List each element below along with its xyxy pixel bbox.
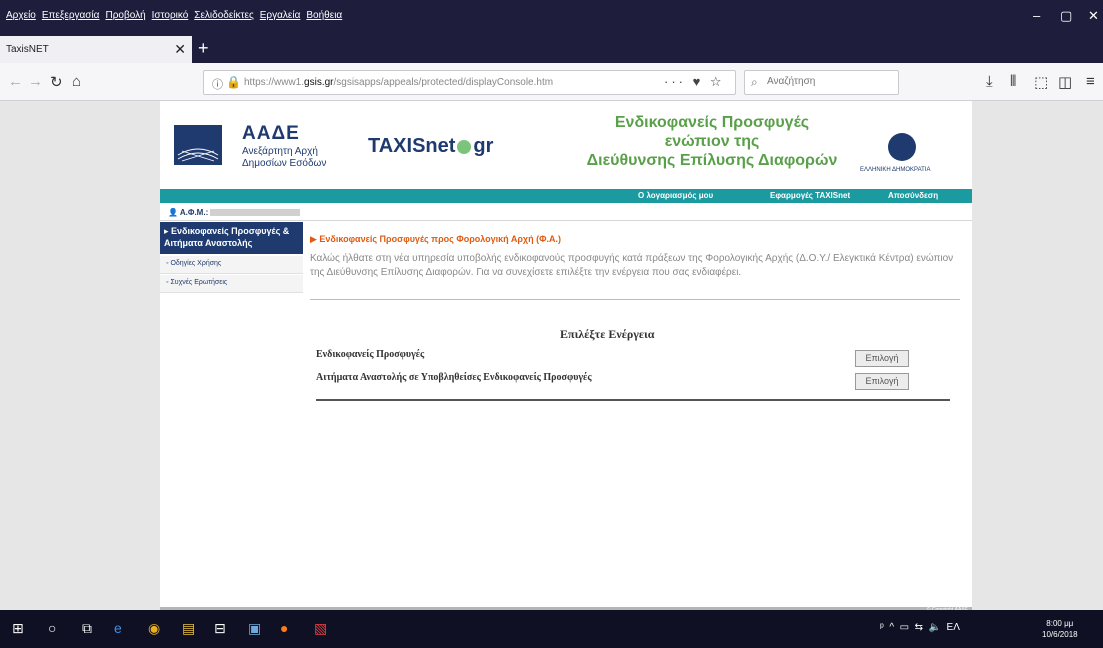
lock-icon: 🔒 [226,75,241,89]
close-window-icon[interactable]: ✕ [1088,8,1099,24]
aade-title: ΑΑΔΕ [242,123,300,144]
system-tray[interactable]: ᵖ ^ ▭ ⇆ 🔈 ΕΛ [880,622,960,633]
top-navigation: Ο λογαριασμός μου Εφαρμογές TAXISnet Απο… [160,189,972,203]
new-tab-button[interactable]: + [198,38,209,59]
menu-file[interactable]: Αρχείο [6,10,36,21]
menu-history[interactable]: Ιστορικό [152,10,189,21]
logout-link[interactable]: Αποσύνδεση [888,191,938,200]
clock[interactable]: 8:00 μμ 10/6/2018 [1042,618,1078,640]
search-icon: ⌕ [751,75,758,89]
emblem-label: ΕΛΛΗΝΙΚΗ ΔΗΜΟΚΡΑΤΙΑ [860,167,931,173]
aade-subtitle-1: Ανεξάρτητη Αρχή [242,146,318,157]
chrome-icon[interactable]: ◉ [148,620,160,637]
page: ΑΑΔΕ Ανεξάρτητη Αρχή Δημοσίων Εσόδων TAX… [160,101,972,615]
select-suspension-button[interactable]: Επιλογή [855,373,909,390]
user-afm: 👤 Α.Φ.Μ.: [168,208,301,217]
pdf-reader-icon[interactable]: ▧ [314,620,327,637]
library-icon[interactable]: ⫴ [1010,73,1016,90]
site-header: ΑΑΔΕ Ανεξάρτητη Αρχή Δημοσίων Εσόδων TAX… [160,101,972,189]
firefox-icon[interactable]: ● [280,620,288,636]
menu-view[interactable]: Προβολή [105,10,145,21]
maximize-icon[interactable]: ▢ [1060,8,1072,24]
sidebar: ▸ Ενδικοφανείς Προσφυγές & Αιτήματα Ανασ… [160,222,303,302]
divider [316,399,950,401]
menu-bar: Αρχείο Επεξεργασία Προβολή Ιστορικό Σελι… [0,0,1103,36]
menu-bookmarks[interactable]: Σελιδοδείκτες [194,10,253,21]
home-icon[interactable]: ⌂ [72,73,81,90]
aade-logo-icon [174,125,222,165]
row-label-suspension: Αιτήματα Αναστολής σε Υποβληθείσες Ενδικ… [316,372,592,383]
minimize-icon[interactable]: – [1033,8,1040,23]
tab-taxisnet[interactable]: TaxisNET ✕ [0,36,192,63]
intro-text: Καλώς ήλθατε στη νέα υπηρεσία υποβολής ε… [310,253,954,278]
back-icon[interactable]: ← [8,73,23,90]
page-viewport: ΑΑΔΕ Ανεξάρτητη Αρχή Δημοσίων Εσόδων TAX… [0,101,1103,615]
reload-icon[interactable]: ↻ [50,73,63,91]
search-input[interactable] [767,76,892,87]
url-text: https://www1.gsis.gr/sgsisapps/appeals/p… [244,77,554,88]
taxisnet-apps-link[interactable]: Εφαρμογές TAXISnet [770,191,850,200]
select-appeals-button[interactable]: Επιλογή [855,350,909,367]
menu-list: Αρχείο Επεξεργασία Προβολή Ιστορικό Σελι… [6,10,342,21]
breadcrumb: ▶ Ενδικοφανείς Προσφυγές προς Φορολογική… [310,234,561,244]
app-icon[interactable]: ▣ [248,620,261,637]
search-box[interactable]: ⌕ [744,70,899,95]
file-explorer-icon[interactable]: ▤ [182,620,195,637]
store-icon[interactable]: ⊟ [214,620,226,637]
menu-help[interactable]: Βοήθεια [306,10,342,21]
my-account-link[interactable]: Ο λογαριασμός μου [638,191,713,200]
divider [310,299,960,300]
extension-icon[interactable]: ⬚ [1034,73,1048,91]
sidebar-item-appeals[interactable]: ▸ Ενδικοφανείς Προσφυγές & Αιτήματα Ανασ… [160,222,303,254]
row-label-appeals: Ενδικοφανείς Προσφυγές [316,349,425,360]
edge-icon[interactable]: e [114,620,122,636]
taxisnet-logo: TAXISnet gr [368,135,494,157]
url-bar[interactable]: ⓘ 🔒 https://www1.gsis.gr/sgsisapps/appea… [203,70,736,95]
info-icon[interactable]: ⓘ [212,76,223,92]
main-content: ▶ Ενδικοφανείς Προσφυγές προς Φορολογική… [310,222,965,522]
tab-close-icon[interactable]: ✕ [174,41,186,58]
task-view-icon[interactable]: ⧉ [82,620,92,637]
sidebar-item-instructions[interactable]: ◦ Οδηγίες Χρήσης [160,256,303,274]
greek-emblem-icon [888,133,916,161]
windows-start-icon[interactable]: ⊞ [12,620,24,637]
sidebar-icon[interactable]: ◫ [1058,73,1072,91]
forward-icon[interactable]: → [28,73,43,90]
choose-action-title: Επιλέξτε Ενέργεια [560,327,655,341]
aade-subtitle-2: Δημοσίων Εσόδων [242,158,327,169]
menu-edit[interactable]: Επεξεργασία [42,10,100,21]
search-icon[interactable]: ○ [48,620,56,636]
user-bar: 👤 Α.Φ.Μ.: [160,205,972,221]
menu-icon[interactable]: ≡ [1086,73,1095,90]
navigation-bar: ← → ↻ ⌂ ⓘ 🔒 https://www1.gsis.gr/sgsisap… [0,63,1103,101]
page-actions-icon[interactable]: ··· ♥ ☆ [664,74,725,90]
tab-title: TaxisNET [6,44,49,55]
taskbar: ⊞ ○ ⧉ e ◉ ▤ ⊟ ▣ ● ▧ ᵖ ^ ▭ ⇆ 🔈 ΕΛ 8:00 μμ… [0,610,1103,648]
sidebar-item-faq[interactable]: ◦ Συχνές Ερωτήσεις [160,275,303,293]
download-icon[interactable]: ⤓ [986,73,993,90]
menu-tools[interactable]: Εργαλεία [260,10,301,21]
page-title: Ενδικοφανείς Προσφυγές ενώπιον της Διεύθ… [586,114,838,169]
